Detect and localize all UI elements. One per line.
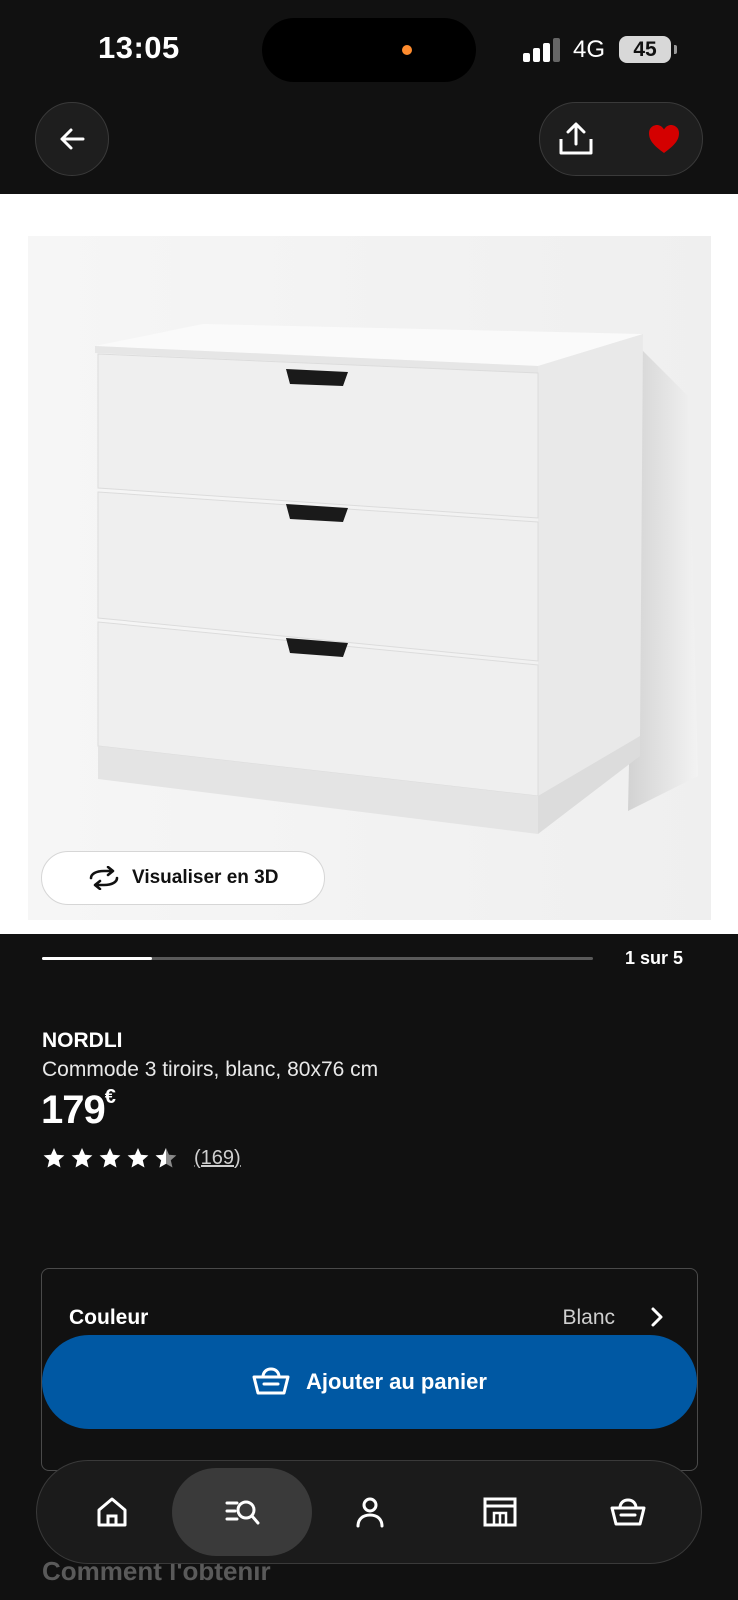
product-image[interactable]	[28, 236, 711, 920]
store-icon	[483, 1497, 517, 1527]
product-gallery[interactable]	[0, 194, 738, 934]
nav-profile[interactable]	[300, 1468, 440, 1556]
view-3d-button[interactable]: Visualiser en 3D	[41, 851, 325, 905]
bottom-navigation	[36, 1460, 702, 1564]
price-currency: €	[104, 1085, 116, 1108]
status-time: 13:05	[98, 30, 180, 65]
product-description: Commode 3 tiroirs, blanc, 80x76 cm	[42, 1058, 379, 1081]
arrow-left-icon	[60, 128, 85, 150]
battery-icon: 45	[619, 36, 677, 63]
recording-indicator	[402, 45, 412, 55]
nav-home[interactable]	[42, 1468, 182, 1556]
gallery-progress-fill	[42, 957, 153, 960]
star-half-icon	[155, 1148, 177, 1168]
review-count-link[interactable]: (169)	[194, 1147, 241, 1170]
product-brand: NORDLI	[42, 1029, 123, 1052]
product-rating[interactable]: (169)	[42, 1146, 241, 1170]
header-actions	[539, 102, 703, 176]
star-full-icon	[99, 1148, 121, 1168]
color-label: Couleur	[69, 1306, 149, 1329]
status-bar: 13:05 4G 45	[0, 0, 738, 100]
star-full-icon	[43, 1148, 65, 1168]
profile-icon	[356, 1497, 384, 1528]
gallery-progress	[42, 957, 593, 960]
gallery-page-indicator: 1 sur 5	[624, 948, 683, 968]
cart-icon	[610, 1498, 646, 1526]
price-amount: 179	[41, 1088, 106, 1132]
rotate-3d-icon	[89, 866, 119, 890]
nav-cart[interactable]	[558, 1468, 698, 1556]
chevron-right-icon	[651, 1307, 663, 1327]
nav-search[interactable]	[172, 1468, 312, 1556]
star-full-icon	[71, 1148, 93, 1168]
color-value: Blanc	[562, 1306, 615, 1329]
nav-stores[interactable]	[430, 1468, 570, 1556]
star-full-icon	[127, 1148, 149, 1168]
heart-filled-icon[interactable]	[647, 123, 681, 155]
share-icon[interactable]	[556, 119, 596, 159]
view-3d-label: Visualiser en 3D	[132, 867, 279, 888]
cart-icon	[252, 1367, 290, 1395]
product-price: 179€	[41, 1085, 116, 1133]
back-button[interactable]	[35, 102, 109, 176]
top-bar	[0, 100, 738, 194]
network-type: 4G	[573, 36, 606, 63]
home-icon	[97, 1497, 127, 1527]
dynamic-island	[262, 18, 476, 82]
search-list-icon	[225, 1500, 260, 1525]
signal-icon	[523, 38, 561, 62]
dresser-illustration	[28, 236, 711, 920]
add-to-cart-label: Ajouter au panier	[306, 1369, 487, 1394]
add-to-cart-button[interactable]: Ajouter au panier	[42, 1335, 697, 1429]
